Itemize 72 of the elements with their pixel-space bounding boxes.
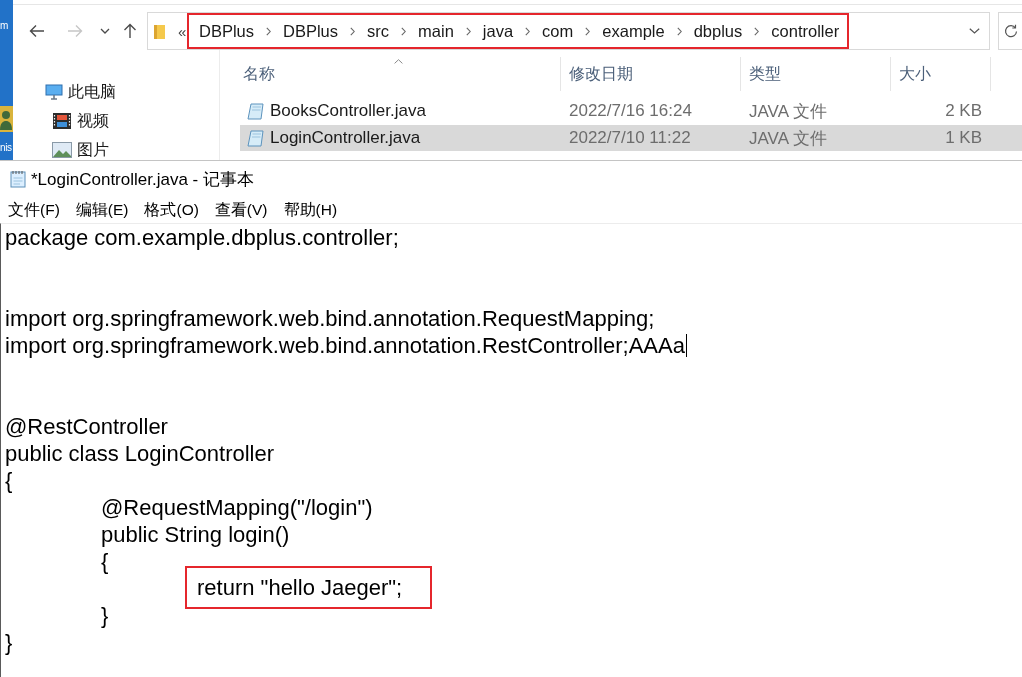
refresh-button[interactable] [998,12,1022,50]
column-header[interactable]: 修改日期 [561,57,741,91]
column-header[interactable]: 类型 [741,57,891,91]
code-line: public String login() [101,521,290,548]
chevron-right-icon[interactable] [585,26,591,36]
code-line: public class LoginController [5,440,275,467]
code-line: } [5,629,13,656]
code-line: @RestController [5,413,168,440]
size-cell-text: 1 KB [944,128,983,148]
folder-icon [154,23,165,39]
file-row[interactable]: LoginController.java 2022/7/10 11:22 JAVA 文件 1 KB [240,125,1022,151]
column-header[interactable]: 大小 [891,57,991,91]
arrow-left-icon [29,24,45,38]
file-icon [247,129,265,147]
chevron-right-icon[interactable] [525,26,531,36]
menu-item[interactable]: 帮助(H) [279,199,342,221]
breadcrumb-segment[interactable]: main [411,15,461,47]
chevron-right-icon[interactable] [676,26,682,36]
breadcrumb-overflow-button[interactable]: « [178,13,187,49]
type-cell-text: JAVA 文件 [748,127,828,150]
chevron-down-icon [968,28,980,34]
menu-item[interactable]: 查看(V) [210,199,272,221]
film-icon [52,112,72,130]
type-cell-text: JAVA 文件 [748,100,828,123]
sidebar-item[interactable]: 视频 [52,111,219,131]
chevron-right-icon[interactable] [465,26,471,36]
column-header[interactable]: 名称 [235,57,561,91]
address-bar[interactable]: « DBPlus DBPlus src main java com example dbplus controller [147,12,990,50]
chevron-right-icon[interactable] [754,26,760,36]
code-line: import org.springframework.web.bind.annotation.RequestMapping; [5,305,655,332]
chevron-right-icon[interactable] [266,26,272,36]
file-name: LoginController.java [270,128,421,148]
breadcrumb-segment[interactable]: com [535,15,581,47]
notepad-icon [10,170,26,188]
sidebar-item[interactable]: 图片 [52,140,219,160]
user-icon [0,106,13,132]
arrow-up-icon [123,23,137,39]
breadcrumb-segment[interactable]: controller [764,15,847,47]
file-row[interactable]: BooksController.java 2022/7/16 16:24 JAVA 文件 2 KB [240,98,1022,124]
date-cell-text: 2022/7/16 16:24 [568,101,693,121]
breadcrumb-segment[interactable]: java [475,15,521,47]
chevron-down-icon [100,28,110,34]
desktop-icon-label: m [0,20,8,32]
picture-icon [52,142,72,158]
breadcrumb-segment[interactable]: example [595,15,672,47]
code-line: return "hello Jaeger"; [197,574,403,601]
date-cell-text: 2022/7/10 11:22 [568,128,692,148]
text-editor[interactable] [0,223,1022,677]
code-line: package com.example.dbplus.controller; [5,224,399,251]
code-line: import org.springframework.web.bind.annotation.RestController;AAAa [5,332,685,359]
breadcrumb-segment[interactable]: DBPlus [276,15,346,47]
sidebar-item[interactable]: 此电脑 [45,82,219,102]
arrow-right-icon [67,24,83,38]
computer-icon [45,84,63,100]
refresh-icon [1003,24,1018,38]
desktop-icon-label: nis [0,142,12,154]
menu-item[interactable]: 格式(O) [140,199,203,221]
breadcrumb-segment[interactable]: DBPlus [192,15,262,47]
size-cell-text: 2 KB [944,101,983,121]
window-title: *LoginController.java - 记事本 [31,168,254,191]
file-name: BooksController.java [270,101,426,121]
code-line: @RequestMapping("/login") [101,494,373,521]
menu-item[interactable]: 编辑(E) [71,199,133,221]
breadcrumb-segment[interactable]: src [360,15,397,47]
chevron-right-icon[interactable] [401,26,407,36]
file-icon [247,102,265,120]
code-line: { [101,548,109,575]
chevron-right-icon[interactable] [350,26,356,36]
menu-item[interactable]: 文件(F) [4,199,64,221]
code-line: { [5,467,13,494]
code-line: } [101,602,109,629]
breadcrumb-segment[interactable]: dbplus [686,15,750,47]
